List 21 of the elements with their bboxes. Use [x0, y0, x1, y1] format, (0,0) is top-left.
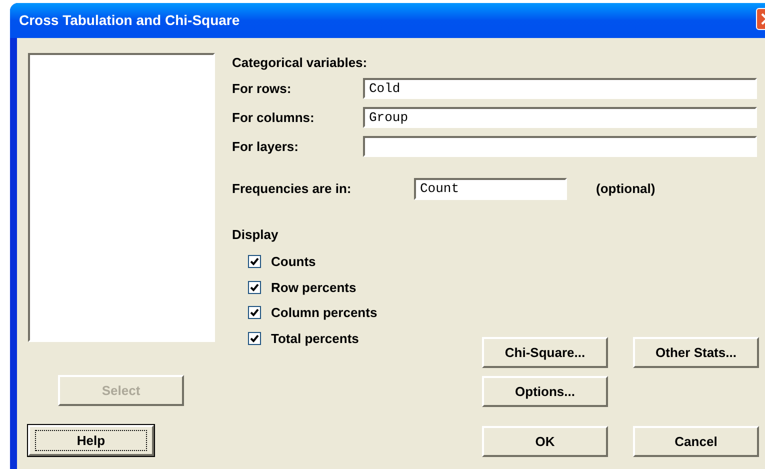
- field-label: For layers:: [232, 138, 300, 156]
- display-checkbox[interactable]: Total percents: [248, 326, 482, 351]
- display-checkbox[interactable]: Row percents: [248, 274, 482, 300]
- dialog-button[interactable]: Options...: [482, 376, 608, 407]
- section-heading: Categorical variables:: [232, 54, 368, 72]
- dialog-button[interactable]: Other Stats...: [633, 337, 759, 368]
- display-checkbox[interactable]: Counts: [248, 249, 482, 274]
- field-label: Frequencies are in:: [232, 180, 352, 198]
- input-field[interactable]: Count: [414, 178, 567, 200]
- field-label: For rows:: [232, 80, 292, 98]
- section-heading: Display: [232, 226, 280, 244]
- dialog-button[interactable]: OK: [482, 426, 608, 457]
- field-label: For columns:: [232, 108, 316, 127]
- window-title: Cross Tabulation and Chi-Square: [19, 11, 240, 30]
- input-field[interactable]: Group: [363, 107, 757, 128]
- dialog-button[interactable]: Cancel: [633, 426, 759, 457]
- input-field[interactable]: Cold: [363, 78, 757, 99]
- dialog-button[interactable]: Chi-Square...: [482, 337, 608, 368]
- display-checkbox[interactable]: Column percents: [248, 300, 482, 326]
- optional-note: (optional): [596, 180, 656, 198]
- help-button[interactable]: Help: [28, 425, 154, 456]
